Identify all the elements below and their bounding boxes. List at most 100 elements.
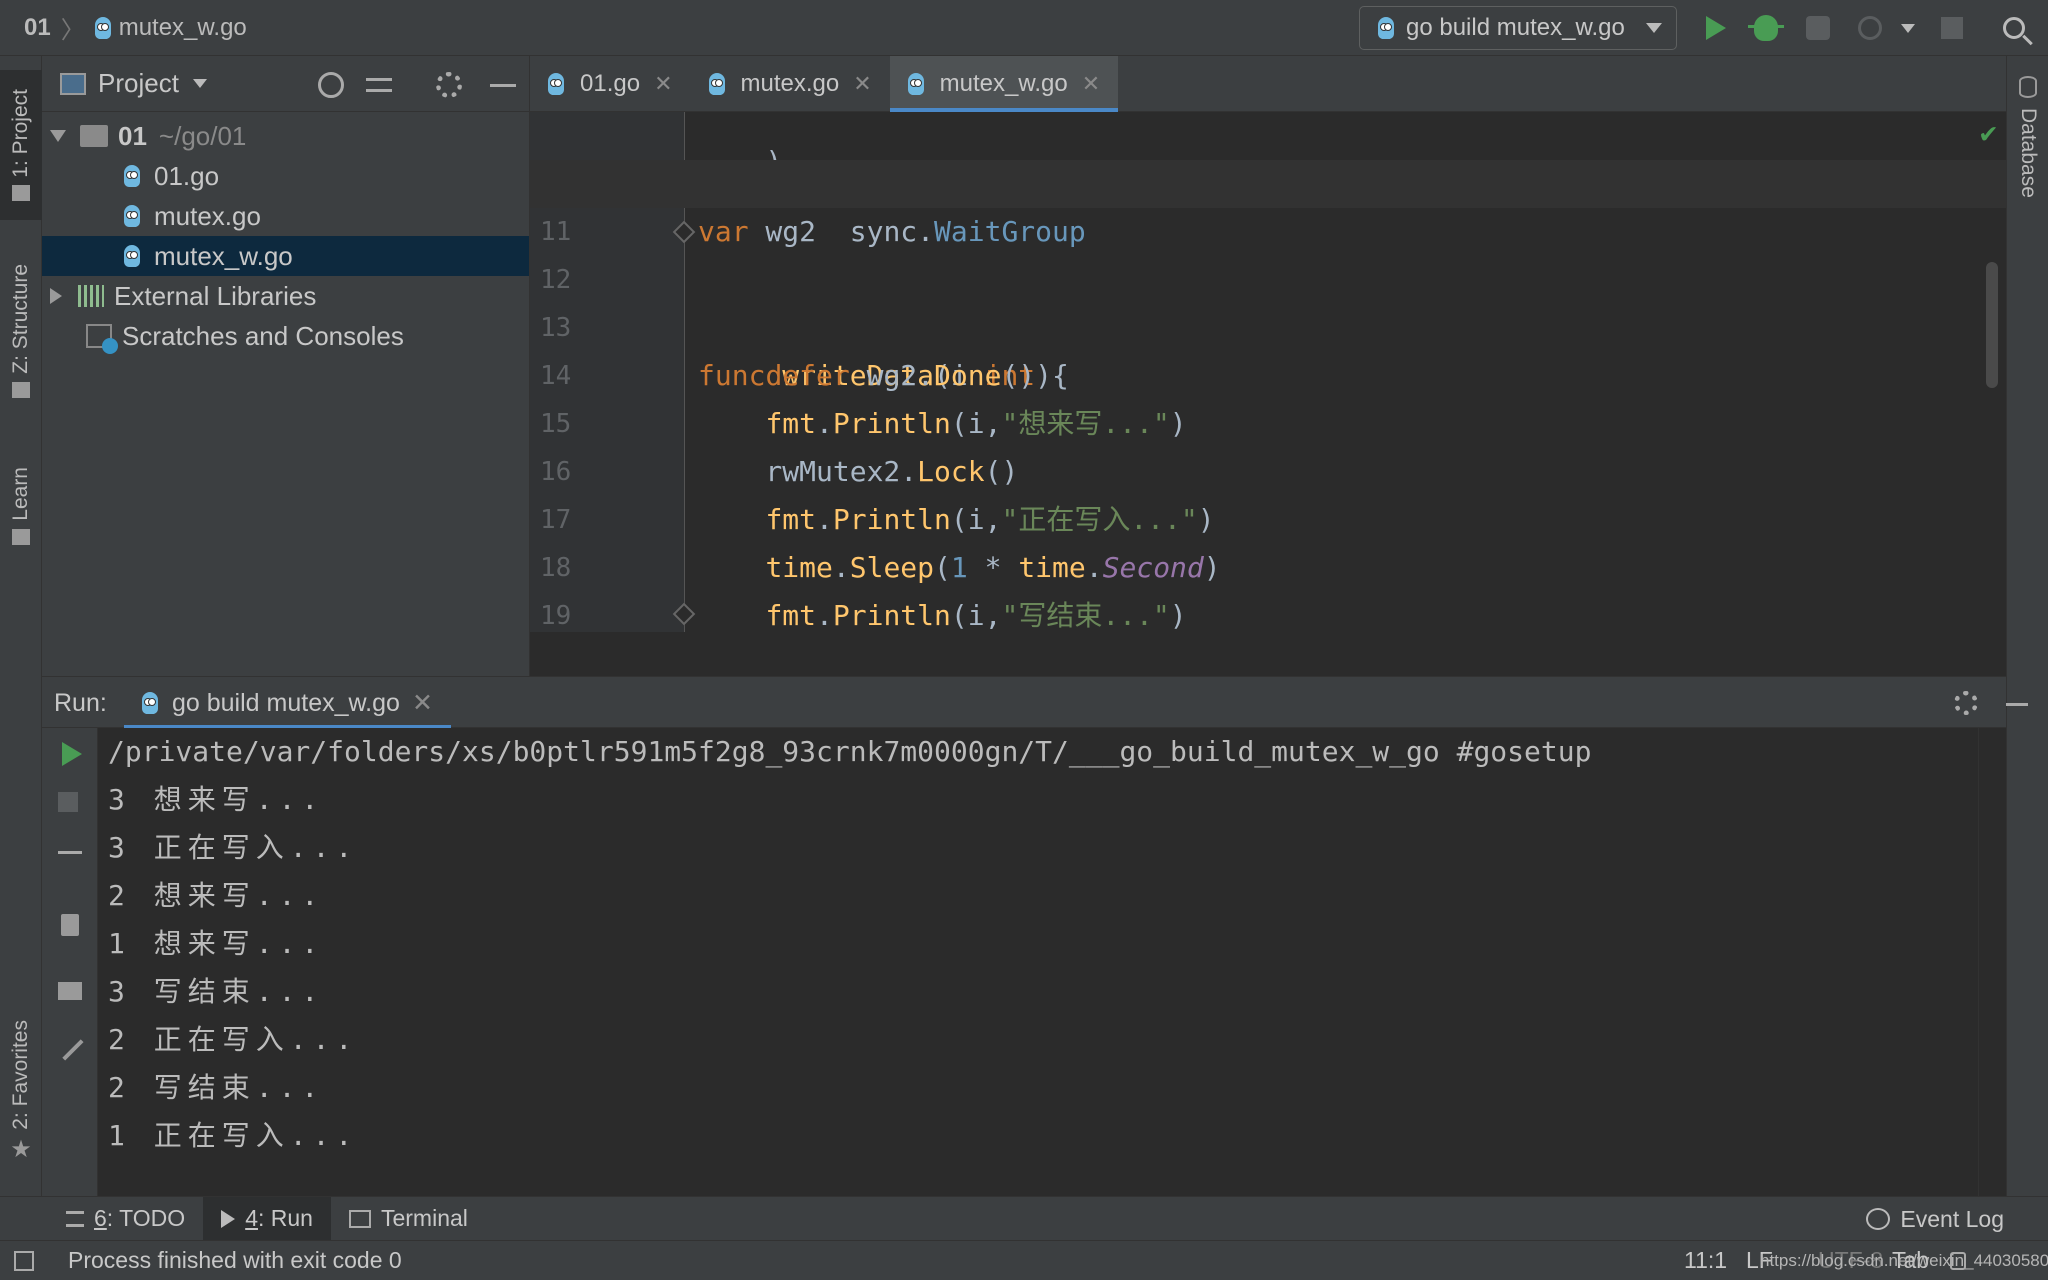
breadcrumb-project[interactable]: 01 <box>24 14 51 42</box>
console-output[interactable]: /private/var/folders/xs/b0ptlr591m5f2g8_… <box>98 728 1978 1196</box>
terminal-icon <box>348 1209 371 1228</box>
tree-item-file-selected[interactable]: mutex_w.go <box>42 236 529 276</box>
breadcrumb-file[interactable]: mutex_w.go <box>119 14 247 42</box>
tab-learn-label: Learn <box>9 467 32 521</box>
close-icon[interactable]: ✕ <box>654 71 672 97</box>
breadcrumb-separator: 〉 <box>60 17 85 44</box>
tab-todo[interactable]: 6: TODO <box>48 1197 203 1241</box>
gear-icon[interactable] <box>1954 691 1978 715</box>
tab-learn[interactable]: Learn <box>0 446 42 566</box>
fold-marker-icon[interactable] <box>672 220 696 244</box>
pin-icon[interactable] <box>62 1039 98 1075</box>
console-line: /private/var/folders/xs/b0ptlr591m5f2g8_… <box>108 735 1592 768</box>
tab-project-label: 1: Project <box>9 88 32 178</box>
rerun-icon[interactable] <box>62 742 82 766</box>
code-line: 13 defer wg2.Done() <box>530 256 2006 392</box>
database-icon <box>2019 76 2037 98</box>
tab-mutex-w-go[interactable]: mutex_w.go ✕ <box>889 56 1119 112</box>
console-line: 1 正在写入... <box>108 1119 359 1152</box>
coverage-icon <box>1806 16 1830 40</box>
tree-item-label: 01.go <box>154 160 220 191</box>
expand-arrow-icon[interactable] <box>50 130 66 142</box>
structure-icon <box>12 381 30 398</box>
tree-item-label: 01 <box>118 120 147 151</box>
close-icon[interactable]: ✕ <box>853 71 871 97</box>
debug-icon <box>1748 15 1784 41</box>
tab-todo-label: : TODO <box>106 1205 186 1231</box>
stop-button[interactable] <box>1936 12 1968 44</box>
tab-01-go[interactable]: 01.go ✕ <box>530 56 691 112</box>
tree-item-external-libraries[interactable]: External Libraries <box>42 276 529 316</box>
code-line: 15 rwMutex2.Lock() <box>530 352 2006 488</box>
close-icon[interactable]: ✕ <box>1082 71 1100 97</box>
profile-button[interactable] <box>1854 12 1886 44</box>
tab-database-label: Database <box>2017 108 2040 198</box>
tree-item-file[interactable]: 01.go <box>42 156 529 196</box>
code-line: 10 var wg2 sync.WaitGroup <box>530 112 2006 248</box>
code-line: 16 fmt.Println(i,"正在写入...") <box>530 400 2006 536</box>
lock-icon[interactable] <box>1950 1251 1966 1270</box>
project-view-selector[interactable]: Project <box>98 68 179 99</box>
event-log-label: Event Log <box>1900 1205 2004 1232</box>
layout-icon[interactable] <box>58 982 82 1000</box>
editor-scrollbar[interactable] <box>1986 262 1998 388</box>
tab-database[interactable]: Database <box>2007 76 2048 198</box>
close-icon[interactable]: ✕ <box>412 688 433 718</box>
go-file-icon <box>907 73 924 95</box>
inspection-ok-icon[interactable]: ✔ <box>1980 116 1997 149</box>
console-scrollbar[interactable] <box>1978 728 2006 1196</box>
tree-item-file[interactable]: mutex.go <box>42 196 529 236</box>
tab-run[interactable]: 4: Run <box>203 1196 331 1241</box>
hide-panel-icon[interactable] <box>2006 703 2028 706</box>
run-icon <box>221 1209 236 1228</box>
console-line: 3 写结束... <box>108 975 325 1008</box>
profile-dropdown[interactable] <box>1892 12 1924 44</box>
right-tool-stripe: Database <box>2006 56 2048 1196</box>
fold-marker-icon[interactable] <box>672 602 696 626</box>
status-message: Process finished with exit code 0 <box>68 1247 402 1273</box>
locate-file-icon[interactable] <box>318 72 344 98</box>
tree-item-label: mutex_w.go <box>154 240 293 271</box>
run-configuration-dropdown[interactable]: go build mutex_w.go <box>1359 6 1677 50</box>
tree-item-project-root[interactable]: 01 ~/go/01 <box>42 116 529 156</box>
tree-item-scratches[interactable]: Scratches and Consoles <box>42 316 529 356</box>
collapse-all-icon[interactable] <box>366 78 392 92</box>
search-icon <box>2003 17 2025 39</box>
run-tab-label: go build mutex_w.go <box>172 688 400 717</box>
hide-panel-icon[interactable] <box>490 84 516 87</box>
caret-position[interactable]: 11:1 <box>1684 1247 1727 1274</box>
go-file-icon <box>548 73 564 95</box>
run-panel-header: Run: go build mutex_w.go ✕ <box>42 676 2028 729</box>
scroll-to-end-icon[interactable] <box>58 830 82 854</box>
tab-run-number: 4 <box>245 1205 258 1231</box>
tab-terminal[interactable]: Terminal <box>331 1197 486 1241</box>
go-file-icon <box>142 692 158 714</box>
tab-project[interactable]: 1: Project <box>0 70 42 220</box>
gear-icon[interactable] <box>436 72 462 98</box>
run-button[interactable] <box>1700 12 1732 44</box>
watermark-text: https://blog.csdn.net/weixin_44030580 <box>1760 1250 2048 1270</box>
tool-windows-toggle-icon[interactable] <box>14 1250 34 1271</box>
tab-structure[interactable]: Z: Structure <box>0 246 42 416</box>
event-log-icon <box>1866 1208 1891 1230</box>
chevron-down-icon <box>1646 23 1662 33</box>
tab-favorites[interactable]: 2: Favorites ★ <box>0 1002 42 1182</box>
search-everywhere-button[interactable] <box>1998 12 2030 44</box>
console-line: 1 想来写... <box>108 927 325 960</box>
code-line: 19 rwMutex2.Unlock() <box>530 544 2006 631</box>
chevron-down-icon[interactable] <box>192 79 207 88</box>
expand-arrow-icon[interactable] <box>50 288 62 304</box>
console-line: 2 写结束... <box>108 1071 325 1104</box>
event-log-button[interactable]: Event Log <box>1866 1197 2004 1241</box>
coverage-button[interactable] <box>1802 12 1834 44</box>
trash-icon[interactable] <box>61 914 79 936</box>
stop-icon[interactable] <box>58 792 78 812</box>
run-tab[interactable]: go build mutex_w.go ✕ <box>124 677 451 729</box>
code-line: 18 fmt.Println(i,"写结束...") <box>530 496 2006 632</box>
tab-structure-label: Z: Structure <box>9 264 32 374</box>
run-panel-label: Run: <box>54 689 107 717</box>
project-panel: Project 01 ~/go/01 01.go mutex.go mutex_… <box>42 56 530 676</box>
debug-button[interactable] <box>1748 12 1784 44</box>
code-editor[interactable]: ) 10 var wg2 sync.WaitGroup 11 12 func w… <box>530 112 2006 632</box>
tab-mutex-go[interactable]: mutex.go ✕ <box>691 56 890 112</box>
